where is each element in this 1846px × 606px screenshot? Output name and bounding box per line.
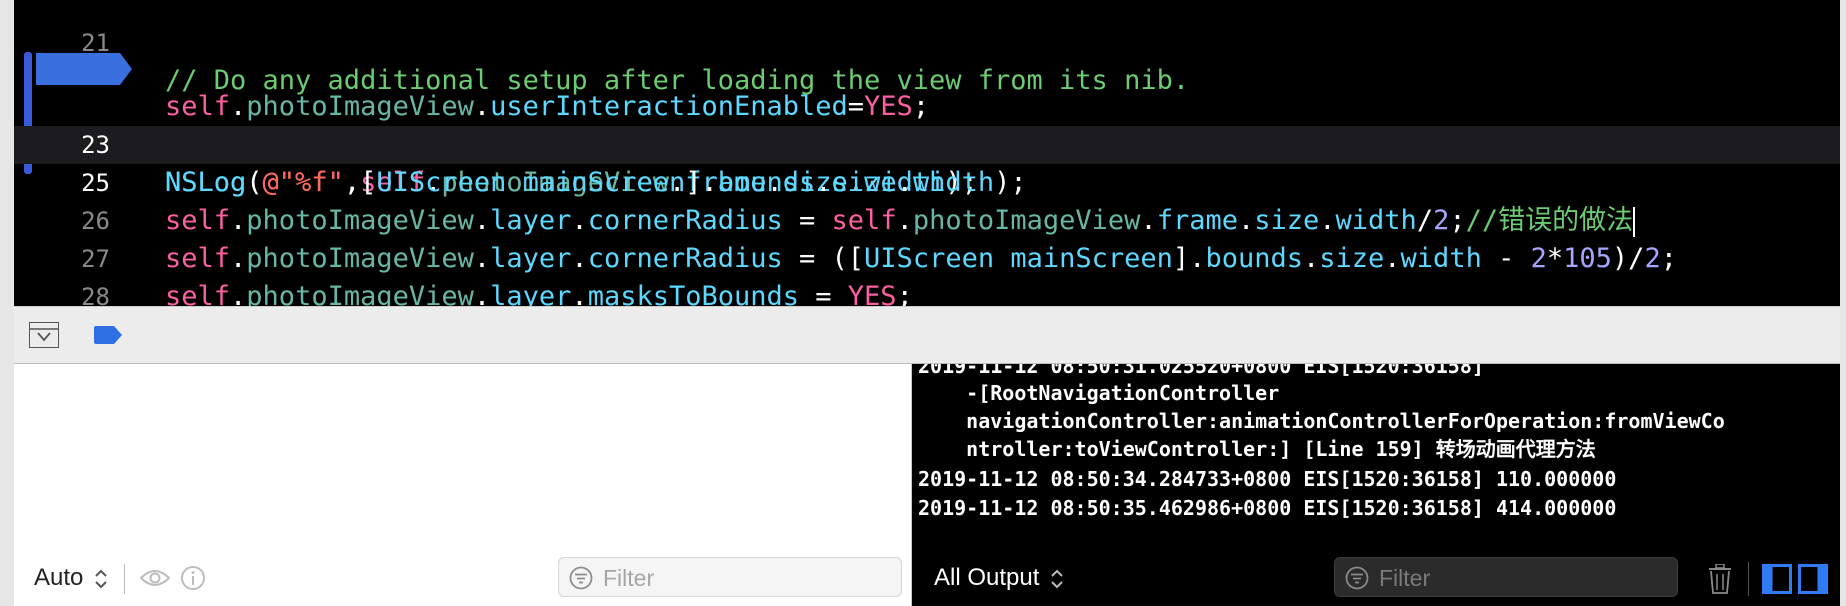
console-line: ntroller:toViewController:] [Line 159] 转… <box>918 437 1596 461</box>
window-right-edge <box>1840 0 1846 606</box>
breakpoint-marker[interactable] <box>36 53 132 85</box>
code-line[interactable]: 23 NSLog(@"%f",self.photoImageView.frame… <box>14 50 1840 198</box>
info-icon[interactable] <box>180 565 206 591</box>
console-pane[interactable]: 2019-11-12 08:50:31.025520+0800 EIS[1520… <box>914 364 1840 606</box>
filter-placeholder: Filter <box>1379 565 1431 591</box>
filter-icon <box>1345 566 1369 590</box>
variables-filter-field[interactable]: Filter <box>558 557 902 597</box>
breakpoints-toggle-icon[interactable] <box>94 326 122 344</box>
chevron-down-icon <box>30 328 58 342</box>
output-select-value: All Output <box>934 564 1040 591</box>
filter-icon <box>569 566 593 590</box>
up-down-chevron-icon <box>1051 569 1063 589</box>
console-line: navigationController:animationController… <box>918 409 1725 433</box>
code-line[interactable]: 22 self.photoImageView.userInteractionEn… <box>14 12 1840 122</box>
toolbar-divider <box>124 564 125 594</box>
console-line: -[RootNavigationController <box>918 381 1280 405</box>
console-line: 2019-11-12 08:50:35.462986+0800 EIS[1520… <box>918 496 1617 520</box>
eye-icon[interactable] <box>140 567 170 589</box>
up-down-chevron-icon <box>95 569 107 589</box>
trash-icon[interactable] <box>1708 564 1732 594</box>
line-number: 23 <box>81 131 110 159</box>
code-editor[interactable]: 21 // Do any additional setup after load… <box>14 0 1840 306</box>
code-line[interactable]: 28 self.phonelist = [NSMutableArray arra… <box>14 240 1840 306</box>
variables-pane: Auto Filter <box>14 364 912 606</box>
debug-bar <box>14 306 1840 364</box>
console-line: 2019-11-12 08:50:34.284733+0800 EIS[1520… <box>918 467 1617 491</box>
toolbar-divider <box>1748 562 1749 596</box>
show-console-view-icon[interactable] <box>1798 564 1828 594</box>
code-line[interactable]: 29 <box>14 284 1840 306</box>
console-filter-field[interactable]: Filter <box>1334 557 1678 597</box>
filter-placeholder: Filter <box>603 565 655 591</box>
window-left-edge <box>0 0 14 606</box>
scope-select[interactable]: Auto <box>34 564 108 592</box>
code-line[interactable]: 27 self.photoImageView.layer.masksToBoun… <box>14 202 1840 306</box>
scope-select-value: Auto <box>34 564 84 591</box>
code-line[interactable]: 26 self.photoImageView.layer.cornerRadiu… <box>14 164 1840 274</box>
code-line-current[interactable]: 25 self.photoImageView.layer.cornerRadiu… <box>14 126 1840 237</box>
show-variables-view-icon[interactable] <box>1762 564 1792 594</box>
hide-debug-area-button[interactable] <box>29 322 59 348</box>
code-line[interactable]: 24 NSLog(@"%f",[UIScreen mainScreen].bou… <box>14 88 1840 198</box>
output-select[interactable]: All Output <box>934 564 1064 592</box>
